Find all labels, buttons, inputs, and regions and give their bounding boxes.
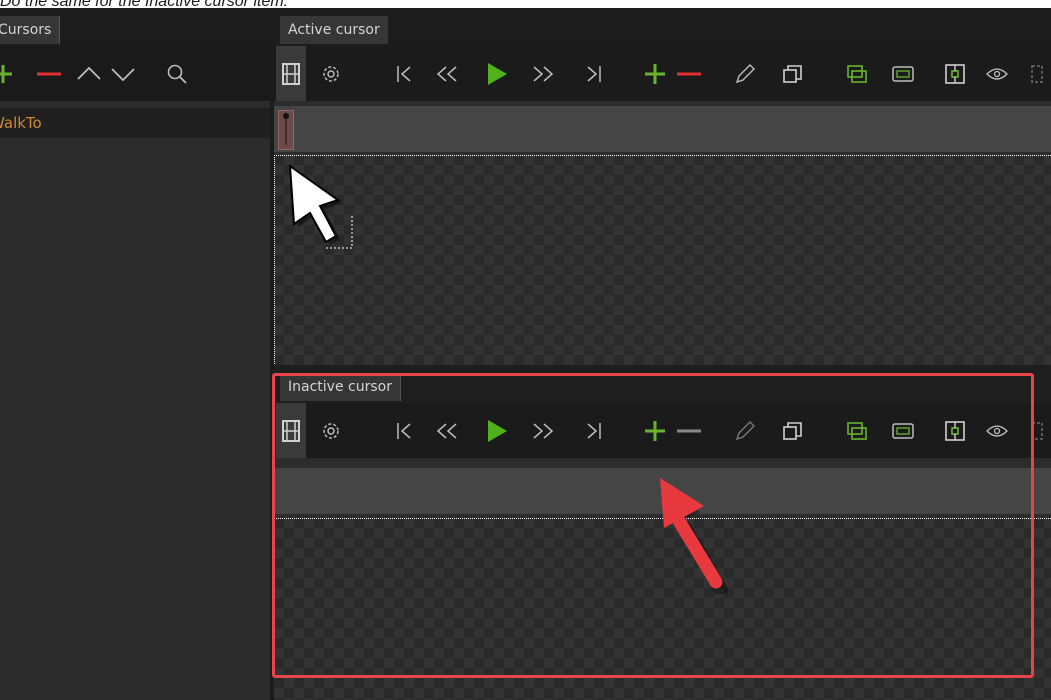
annotation-arrow-icon: [660, 478, 728, 594]
play-button[interactable]: [482, 46, 512, 101]
remove-cursor-button[interactable]: [34, 46, 64, 101]
move-up-button[interactable]: [74, 46, 104, 101]
hotspot-button[interactable]: [940, 46, 970, 101]
skip-last-icon: [587, 65, 601, 82]
frame-range-button[interactable]: [888, 46, 918, 101]
previous-frame-button[interactable]: [432, 46, 462, 101]
pencil-icon: [735, 63, 755, 83]
filmstrip-icon: [282, 62, 300, 85]
last-frame-button[interactable]: [578, 46, 608, 101]
tab-cursors[interactable]: Cursors: [0, 16, 61, 44]
editor-app: Cursors WalkTo Active cursor: [0, 8, 1051, 700]
active-tabstrip: Active cursor: [274, 8, 1051, 46]
frame-marker-icon: [283, 113, 289, 145]
canvas-border-top: [274, 155, 1051, 156]
active-cursor-canvas[interactable]: [274, 155, 1051, 365]
plus-icon: [0, 64, 12, 83]
cursors-panel: Cursors WalkTo: [0, 8, 270, 700]
add-frame-button[interactable]: [640, 46, 670, 101]
grid-icon: [1031, 64, 1043, 83]
search-icon: [167, 64, 187, 84]
frame-layers-button[interactable]: [842, 46, 872, 101]
frame-range-icon: [892, 65, 914, 82]
arrow-cursor-icon: [288, 163, 353, 249]
list-item-label: WalkTo: [0, 114, 42, 132]
duplicate-icon: [783, 64, 802, 83]
hotspot-icon: [945, 63, 965, 84]
next-frame-button[interactable]: [528, 46, 558, 101]
active-frame-strip: [274, 106, 1051, 152]
minus-icon: [677, 72, 701, 75]
tab-active-cursor[interactable]: Active cursor: [280, 16, 388, 44]
cursors-tabstrip: Cursors: [0, 8, 270, 46]
active-cursor-toolbar: [274, 46, 1051, 101]
fast-forward-icon: [533, 65, 554, 82]
duplicate-frame-button[interactable]: [778, 46, 808, 101]
move-down-button[interactable]: [108, 46, 138, 101]
search-button[interactable]: [162, 46, 192, 101]
edit-frame-button[interactable]: [730, 46, 760, 101]
chevron-up-icon: [77, 66, 101, 80]
settings-button[interactable]: [316, 46, 346, 101]
skip-first-icon: [397, 65, 411, 82]
remove-frame-button[interactable]: [674, 46, 704, 101]
first-frame-button[interactable]: [390, 46, 420, 101]
play-icon: [488, 62, 507, 85]
rewind-icon: [436, 65, 457, 82]
layers-icon: [847, 64, 867, 83]
plus-icon: [645, 63, 665, 84]
list-item[interactable]: WalkTo: [0, 108, 270, 138]
add-cursor-button[interactable]: [0, 46, 18, 101]
minus-icon: [37, 72, 61, 75]
filmstrip-toggle-button[interactable]: [276, 46, 306, 101]
gear-icon: [323, 65, 339, 82]
overflow-icon[interactable]: [1022, 46, 1051, 101]
cursors-toolbar: [0, 46, 270, 101]
chevron-down-icon: [111, 67, 135, 81]
frame-thumbnail[interactable]: [278, 110, 294, 150]
visibility-button[interactable]: [982, 46, 1012, 101]
eye-icon: [986, 67, 1008, 80]
